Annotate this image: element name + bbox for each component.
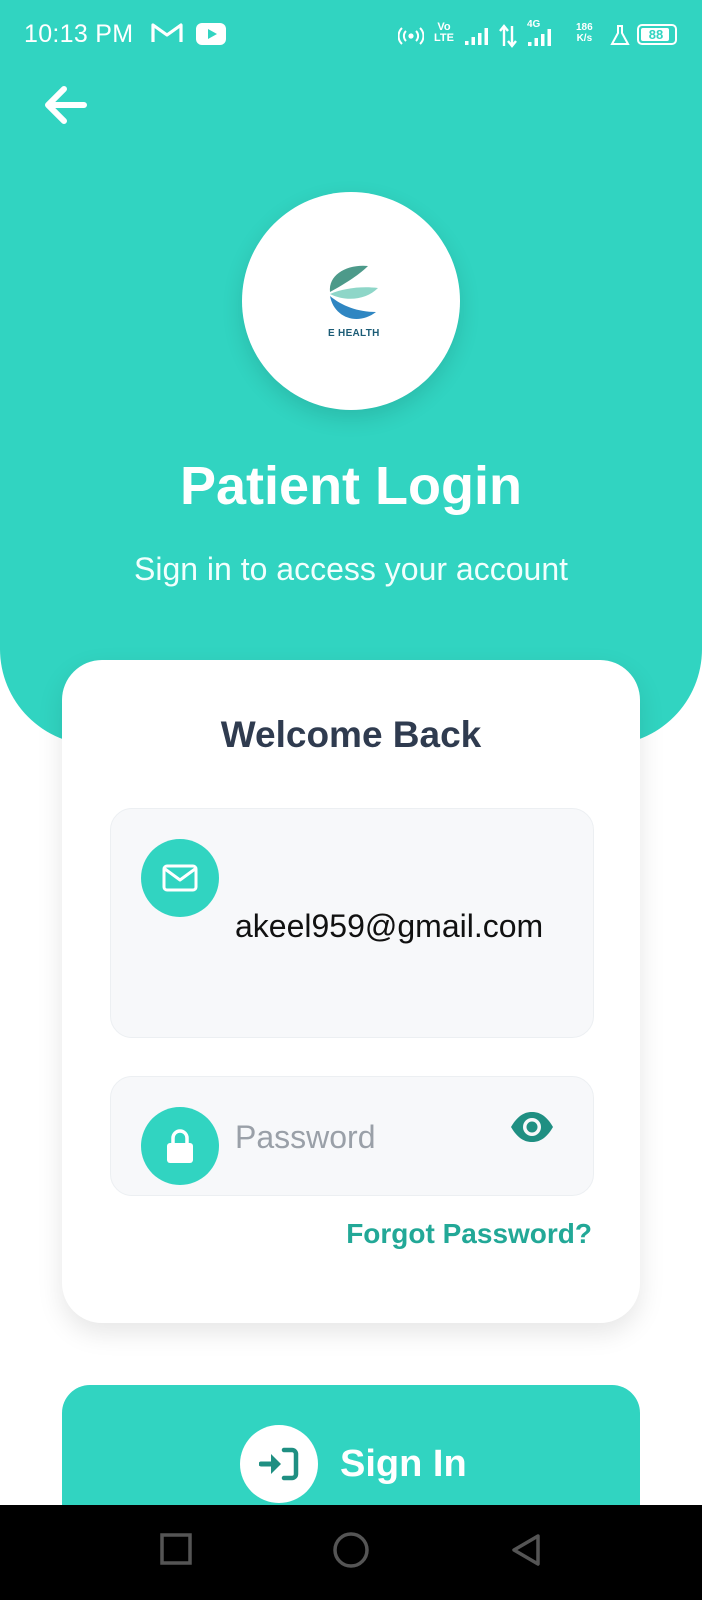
back-button[interactable]	[40, 80, 90, 130]
forgot-password-link[interactable]: Forgot Password?	[346, 1218, 592, 1250]
sign-in-label: Sign In	[340, 1443, 467, 1485]
page-title: Patient Login	[180, 456, 522, 516]
sign-in-icon	[259, 1447, 299, 1481]
navigation-bar	[0, 1505, 702, 1600]
email-field[interactable]: akeel959@gmail.com	[110, 808, 594, 1038]
show-password-button[interactable]	[508, 1107, 556, 1147]
volte-indicator: Vo LTE	[434, 21, 454, 44]
battery-icon: 88	[637, 24, 677, 45]
eye-icon	[511, 1112, 553, 1142]
arrow-left-icon	[45, 86, 87, 124]
back-nav-button[interactable]	[510, 1533, 542, 1572]
battery-level: 88	[648, 27, 664, 42]
password-icon-badge	[141, 1107, 219, 1185]
mail-icon	[162, 864, 198, 892]
email-input[interactable]: akeel959@gmail.com	[235, 904, 565, 948]
gmail-icon	[151, 23, 183, 42]
flask-icon	[610, 25, 630, 45]
status-time: 10:13 PM	[24, 20, 134, 48]
circle-icon	[333, 1532, 369, 1568]
login-card: Welcome Back akeel959@gmail.com Forgot P…	[62, 660, 640, 1323]
app-logo: E HEALTH	[242, 192, 460, 410]
password-field[interactable]	[110, 1076, 594, 1196]
lock-icon	[167, 1129, 193, 1163]
password-input[interactable]	[235, 1115, 495, 1159]
email-icon-badge	[141, 839, 219, 917]
sign-in-icon-badge	[240, 1425, 318, 1503]
data-arrows-icon	[499, 24, 517, 48]
network-speed: 186 K/s	[576, 22, 593, 44]
signal-icon	[528, 29, 551, 46]
page-subtitle: Sign in to access your account	[133, 551, 568, 587]
signal-icon	[465, 28, 488, 45]
logo-text: E HEALTH	[328, 328, 380, 339]
ehealth-logo-icon	[329, 265, 378, 319]
hotspot-icon	[398, 27, 424, 45]
recents-button[interactable]	[160, 1533, 192, 1570]
square-icon	[160, 1533, 192, 1565]
home-button[interactable]	[332, 1531, 370, 1574]
card-title: Welcome Back	[220, 714, 482, 755]
status-bar: 10:13 PM Vo LTE 4G 186 K/s 88	[0, 0, 702, 70]
youtube-icon	[196, 23, 226, 45]
triangle-back-icon	[512, 1534, 540, 1566]
